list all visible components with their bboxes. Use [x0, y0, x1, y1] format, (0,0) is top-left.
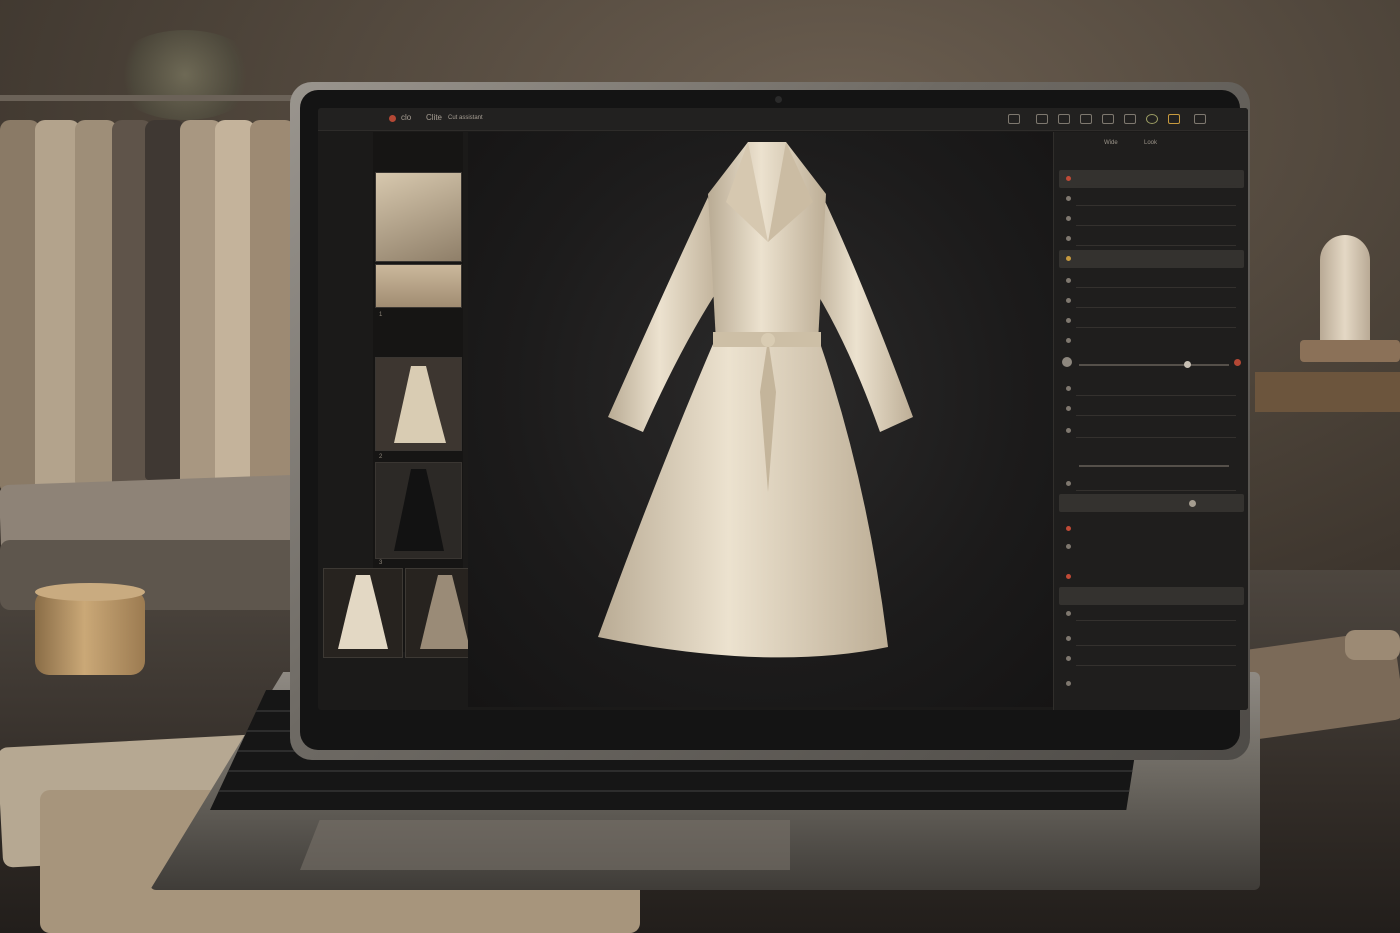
status-dot-icon [1066, 636, 1071, 641]
status-dot-icon [1066, 544, 1071, 549]
panel-row[interactable] [1066, 570, 1236, 584]
panel-row[interactable] [1066, 382, 1236, 396]
panel-row[interactable] [1066, 607, 1236, 621]
status-dot-icon [1066, 611, 1071, 616]
thread-spool [35, 590, 145, 675]
app-topbar: clo Clite Cut assistant [318, 108, 1248, 131]
thumbnail-fabric-detail[interactable] [375, 264, 462, 308]
panel-row[interactable] [1066, 172, 1236, 186]
variant-thumbnail-cream[interactable] [323, 568, 403, 658]
thumbnail-dress-black[interactable] [375, 462, 462, 559]
plant [110, 30, 260, 120]
thumbnail-label: 3 [379, 560, 383, 566]
laptop-trackpad [300, 820, 790, 870]
camera-icon[interactable] [1058, 114, 1070, 124]
panel-row[interactable] [1066, 522, 1236, 536]
hanging-garment [35, 120, 80, 500]
dress-thumbnail-graphic [338, 575, 388, 649]
reset-icon[interactable] [1234, 359, 1241, 366]
menu-item[interactable]: clo [401, 113, 411, 122]
app-logo-icon [389, 115, 396, 122]
hanging-garment [145, 120, 185, 480]
panel-row[interactable] [1066, 232, 1236, 246]
panel-row[interactable] [1066, 212, 1236, 226]
thread-cone [1320, 235, 1370, 350]
toggle-icon[interactable] [1189, 500, 1196, 507]
thumbnail-dress-cream[interactable] [375, 357, 462, 451]
status-dot-icon [1066, 176, 1071, 181]
panel-row[interactable] [1066, 677, 1236, 691]
panel-row[interactable] [1066, 334, 1236, 348]
panel-row[interactable] [1066, 540, 1236, 554]
panel-row[interactable] [1066, 632, 1236, 646]
status-dot-icon [1066, 526, 1071, 531]
webcam [775, 96, 782, 103]
property-slider[interactable] [1079, 465, 1229, 467]
slider-handle[interactable] [1184, 361, 1191, 368]
user-icon[interactable] [1146, 114, 1158, 124]
cube-icon[interactable] [1102, 114, 1114, 124]
panel-tab-wide[interactable]: Wide [1104, 140, 1118, 146]
thumbnail-label: 2 [379, 454, 383, 460]
property-slider[interactable] [1079, 364, 1229, 366]
menu-item[interactable]: Cut assistant [448, 115, 483, 121]
fabric-swatch [1345, 630, 1400, 660]
grid-icon[interactable] [1036, 114, 1048, 124]
hanging-garment [250, 120, 295, 490]
dress-model [598, 142, 913, 658]
dress-thumbnail-graphic [394, 469, 444, 551]
laptop-screen: clo Clite Cut assistant 1 2 3 Wide Look [318, 108, 1248, 710]
menu-item[interactable]: Clite [426, 113, 442, 122]
status-dot-icon [1066, 196, 1071, 201]
panel-row[interactable] [1066, 314, 1236, 328]
hanging-garment [0, 120, 40, 490]
status-dot-icon [1066, 481, 1071, 486]
thread-spool-top [35, 583, 145, 601]
panel-row[interactable] [1066, 402, 1236, 416]
thumbnail-fabric-detail[interactable] [375, 172, 462, 262]
export-icon[interactable] [1168, 114, 1180, 124]
status-dot-icon [1066, 386, 1071, 391]
status-dot-icon [1066, 216, 1071, 221]
status-dot-icon [1066, 681, 1071, 686]
panel-row[interactable] [1066, 192, 1236, 206]
layers-icon[interactable] [1080, 114, 1092, 124]
status-dot-icon [1066, 656, 1071, 661]
panel-row-highlight[interactable] [1059, 494, 1244, 512]
hanging-garment [75, 120, 117, 485]
color-swatch-icon[interactable] [1062, 357, 1072, 367]
status-dot-icon [1066, 256, 1071, 261]
panel-row[interactable] [1066, 652, 1236, 666]
panel-row[interactable] [1066, 274, 1236, 288]
status-dot-icon [1066, 278, 1071, 283]
3d-viewport[interactable] [468, 132, 1063, 707]
panel-row[interactable] [1066, 424, 1236, 438]
panel-row[interactable] [1066, 294, 1236, 308]
wooden-shelf [1255, 372, 1400, 412]
panel-row[interactable] [1066, 477, 1236, 491]
status-dot-icon [1066, 338, 1071, 343]
hanging-garment [215, 120, 255, 495]
thumbnail-label: 1 [379, 312, 383, 318]
status-dot-icon [1066, 428, 1071, 433]
dress-thumbnail-graphic [394, 366, 446, 443]
thread-cone-base [1300, 340, 1400, 362]
close-icon[interactable] [1194, 114, 1206, 124]
status-dot-icon [1066, 298, 1071, 303]
status-dot-icon [1066, 318, 1071, 323]
panel-row-highlight[interactable] [1059, 587, 1244, 605]
status-dot-icon [1066, 574, 1071, 579]
status-dot-icon [1066, 406, 1071, 411]
properties-panel: Wide Look [1053, 132, 1248, 710]
panel-row[interactable] [1066, 252, 1236, 266]
settings-icon[interactable] [1124, 114, 1136, 124]
pin-icon[interactable] [1008, 114, 1020, 124]
status-dot-icon [1066, 236, 1071, 241]
panel-tab-look[interactable]: Look [1144, 140, 1157, 146]
